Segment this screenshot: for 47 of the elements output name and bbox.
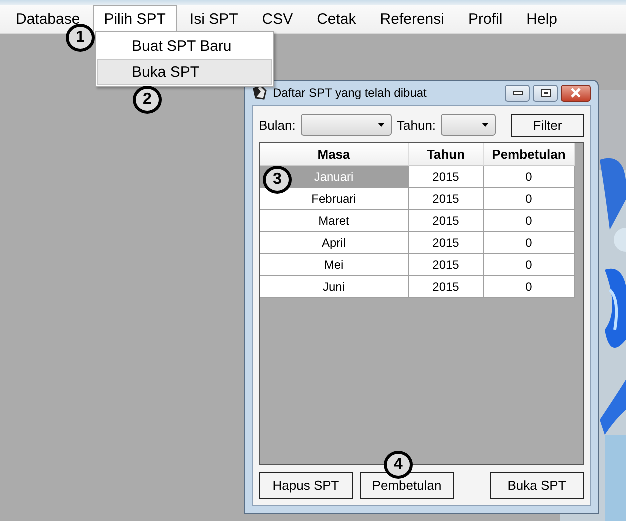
close-button[interactable]: [561, 84, 591, 102]
minimize-icon: [512, 91, 522, 95]
filter-button[interactable]: Filter: [511, 114, 584, 136]
menu-option[interactable]: Buat SPT Baru: [97, 33, 272, 59]
maximize-button[interactable]: [533, 84, 558, 102]
table-cell: Maret: [260, 210, 409, 232]
caret-icon: [482, 123, 490, 127]
open-button[interactable]: Buka SPT: [490, 472, 584, 499]
callout-number: 1: [66, 24, 95, 52]
filter-label: Bulan:: [259, 118, 296, 132]
menu-item[interactable]: Isi SPT: [178, 5, 250, 33]
table-cell: 0: [484, 254, 575, 276]
table-cell: 2015: [409, 210, 484, 232]
minimize-button[interactable]: [505, 84, 530, 102]
table-cell: 2015: [409, 232, 484, 254]
table-cell: Juni: [260, 276, 409, 298]
table-cell: 0: [484, 210, 575, 232]
close-icon: [570, 88, 582, 98]
menu-item[interactable]: Help: [516, 5, 569, 33]
column-header[interactable]: Masa: [260, 143, 409, 166]
menu-item[interactable]: Cetak: [306, 5, 368, 33]
dropdown-field[interactable]: [300, 114, 392, 136]
table-cell: 2015: [409, 166, 484, 188]
table-cell: 0: [484, 166, 575, 188]
table-cell: April: [260, 232, 409, 254]
column-header[interactable]: Pembetulan: [484, 143, 575, 166]
menu-item[interactable]: Referensi: [369, 5, 456, 33]
dropdown-field[interactable]: [441, 114, 496, 136]
window-title: Daftar SPT yang telah dibuat: [273, 86, 428, 100]
table-cell: 2015: [409, 276, 484, 298]
menu-item[interactable]: Profil: [457, 5, 514, 33]
table-cell: 0: [484, 188, 575, 210]
callout-number: 2: [133, 86, 162, 114]
correction-button[interactable]: Pembetulan: [360, 472, 454, 499]
delete-button[interactable]: Hapus SPT: [259, 472, 353, 499]
table-cell: 2015: [409, 188, 484, 210]
maximize-icon: [540, 89, 550, 97]
table-cell: 0: [484, 232, 575, 254]
filter-label: Tahun:: [397, 118, 436, 132]
column-header[interactable]: Tahun: [409, 143, 484, 166]
menu-item[interactable]: CSV: [251, 5, 304, 33]
table-cell: Februari: [260, 188, 409, 210]
menu-item[interactable]: Pilih SPT: [93, 5, 177, 33]
table-cell: Mei: [260, 254, 409, 276]
table-cell: 0: [484, 276, 575, 298]
caret-icon: [378, 123, 386, 127]
table-cell: 2015: [409, 254, 484, 276]
